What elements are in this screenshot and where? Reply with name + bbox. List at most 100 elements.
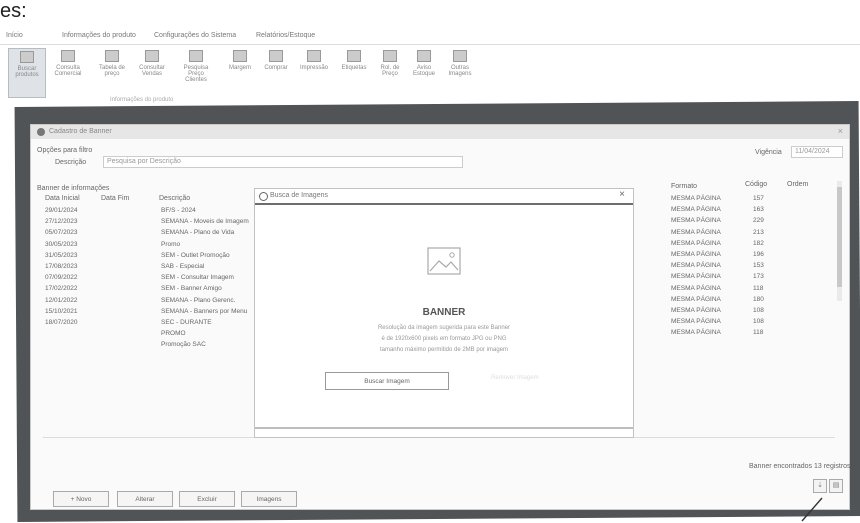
- table-cell[interactable]: MESMA PÁGINA: [671, 327, 721, 338]
- table-cell[interactable]: MESMA PÁGINA: [671, 260, 721, 271]
- table-cell[interactable]: SEMANA - Plano Gerenc.: [161, 295, 249, 306]
- table-cell[interactable]: 05/07/2023: [45, 227, 78, 238]
- table-cell[interactable]: PROMO: [161, 328, 249, 339]
- table-cell[interactable]: 118: [753, 283, 764, 294]
- description-field[interactable]: Pesquisa por Descrição: [103, 156, 463, 168]
- table-cell[interactable]: 173: [753, 271, 764, 282]
- ribbon-button-rol[interactable]: Rol. de Preço: [372, 48, 408, 96]
- tab-config[interactable]: Configurações do Sistema: [154, 32, 236, 39]
- col-header-end: Data Fim: [101, 195, 130, 202]
- table-cell[interactable]: 182: [753, 238, 764, 249]
- table-cell[interactable]: 163: [753, 204, 764, 215]
- percent-icon: [233, 50, 247, 62]
- dialog-title: Busca de Imagens: [270, 192, 328, 199]
- ribbon-button-etiquetas[interactable]: Etiquetas: [336, 48, 372, 96]
- table-icon: [105, 50, 119, 62]
- tag-icon: [347, 50, 361, 62]
- banner-info-line: tamanho máximo permitido de 2MB por imag…: [379, 347, 509, 353]
- col-header-format: Formato: [671, 183, 698, 190]
- table-cell[interactable]: SAB - Especial: [161, 261, 249, 272]
- window-title: Cadastro de Banner: [49, 128, 112, 135]
- ribbon-button-impressao[interactable]: Impressão: [296, 48, 332, 96]
- description-label: Descrição: [55, 159, 87, 166]
- table-cell[interactable]: 153: [753, 260, 764, 271]
- search-image-button[interactable]: Buscar Imagem: [325, 372, 449, 390]
- table-cell[interactable]: 213: [753, 227, 764, 238]
- table-cell[interactable]: 27/12/2023: [45, 216, 78, 227]
- table-cell[interactable]: SEMANA - Moveis de Imagem: [161, 216, 249, 227]
- ribbon-button-buscar[interactable]: Buscar produtos: [8, 48, 46, 98]
- tab-inicio[interactable]: Início: [6, 32, 23, 39]
- table-cell[interactable]: 180: [753, 294, 764, 305]
- tab-info-produto[interactable]: Informações do produto: [62, 32, 136, 39]
- table-cell[interactable]: 30/05/2023: [45, 239, 78, 250]
- table-cell[interactable]: SEMANA - Banners por Menu: [161, 306, 249, 317]
- table-cell[interactable]: BF/S - 2024: [161, 205, 249, 216]
- validity-field[interactable]: 11/04/2024: [791, 146, 843, 158]
- table-cell[interactable]: MESMA PÁGINA: [671, 238, 721, 249]
- dialog-app-icon: [259, 192, 268, 201]
- delete-button[interactable]: Excluir: [179, 491, 235, 507]
- window-close-button[interactable]: ×: [838, 126, 843, 136]
- table-cell[interactable]: SEC - DURANTE: [161, 317, 249, 328]
- table-cell[interactable]: MESMA PÁGINA: [671, 271, 721, 282]
- print-icon[interactable]: ▤: [829, 479, 843, 493]
- ribbon-button-margem[interactable]: Margem: [222, 48, 258, 96]
- table-cell[interactable]: 31/05/2023: [45, 250, 78, 261]
- ribbon-button-aviso[interactable]: Aviso Estoque: [406, 48, 442, 96]
- table-cell[interactable]: 108: [753, 305, 764, 316]
- table-cell[interactable]: MESMA PÁGINA: [671, 316, 721, 327]
- ribbon-button-tabela[interactable]: Tabela de preço: [94, 48, 130, 96]
- table-cell[interactable]: SEM - Consultar Imagem: [161, 272, 249, 283]
- table-cell[interactable]: 108: [753, 316, 764, 327]
- ribbon-button-comprar[interactable]: Comprar: [258, 48, 294, 96]
- ribbon-button-consulta[interactable]: Consulta Comercial: [50, 48, 86, 96]
- app-icon: [37, 128, 45, 136]
- table-cell[interactable]: 12/01/2022: [45, 295, 78, 306]
- col-header-description: Descrição: [159, 195, 191, 202]
- table-cell[interactable]: MESMA PÁGINA: [671, 283, 721, 294]
- vertical-scrollbar[interactable]: [837, 181, 842, 301]
- table-cell[interactable]: SEMANA - Plano de Vida: [161, 227, 249, 238]
- table-cell[interactable]: 17/08/2023: [45, 261, 78, 272]
- images-button[interactable]: Imagens: [241, 491, 297, 507]
- table-cell[interactable]: MESMA PÁGINA: [671, 193, 721, 204]
- table-cell[interactable]: Promoção SAC: [161, 339, 249, 350]
- remove-image-button[interactable]: Remover Imagem: [491, 375, 551, 381]
- table-label: Banner de informações: [37, 185, 110, 192]
- tab-relatorios[interactable]: Relatórios/Estoque: [256, 32, 315, 39]
- table-cell[interactable]: MESMA PÁGINA: [671, 305, 721, 316]
- descriptions-column: BF/S - 2024 SEMANA - Moveis de Imagem SE…: [161, 205, 249, 351]
- printer-icon: [307, 50, 321, 62]
- table-cell[interactable]: 118: [753, 327, 764, 338]
- table-cell[interactable]: SEM - Outlet Promoção: [161, 250, 249, 261]
- table-cell[interactable]: MESMA PÁGINA: [671, 249, 721, 260]
- table-cell[interactable]: MESMA PÁGINA: [671, 294, 721, 305]
- ribbon-button-vendas[interactable]: Consultar Vendas: [134, 48, 170, 96]
- new-button[interactable]: + Novo: [53, 491, 109, 507]
- export-icon[interactable]: ⇣: [813, 479, 827, 493]
- banner-info-line: Resolução da imagem sugerida para este B…: [377, 325, 511, 331]
- ribbon-button-pesquisa[interactable]: Pesquisa Preço Clientes: [178, 48, 214, 96]
- table-cell[interactable]: 157: [753, 193, 764, 204]
- table-cell[interactable]: 07/09/2022: [45, 272, 78, 283]
- table-cell[interactable]: 18/07/2020: [45, 317, 78, 328]
- table-cell[interactable]: 29/01/2024: [45, 205, 78, 216]
- alert-icon: [417, 50, 431, 62]
- table-cell[interactable]: 196: [753, 249, 764, 260]
- table-cell[interactable]: Promo: [161, 239, 249, 250]
- image-icon: [453, 50, 467, 62]
- list-icon: [61, 50, 75, 62]
- table-cell[interactable]: 229: [753, 215, 764, 226]
- scrollbar-thumb[interactable]: [837, 187, 842, 287]
- edit-button[interactable]: Alterar: [117, 491, 173, 507]
- caption-text: es:: [0, 0, 27, 22]
- table-cell[interactable]: MESMA PÁGINA: [671, 227, 721, 238]
- table-cell[interactable]: SEM - Banner Amigo: [161, 283, 249, 294]
- ribbon-button-imagens[interactable]: Outras Imagens: [442, 48, 478, 96]
- table-cell[interactable]: 17/02/2022: [45, 283, 78, 294]
- table-cell[interactable]: 15/10/2021: [45, 306, 78, 317]
- table-cell[interactable]: MESMA PÁGINA: [671, 204, 721, 215]
- dialog-close-button[interactable]: ×: [619, 189, 625, 200]
- table-cell[interactable]: MESMA PÁGINA: [671, 215, 721, 226]
